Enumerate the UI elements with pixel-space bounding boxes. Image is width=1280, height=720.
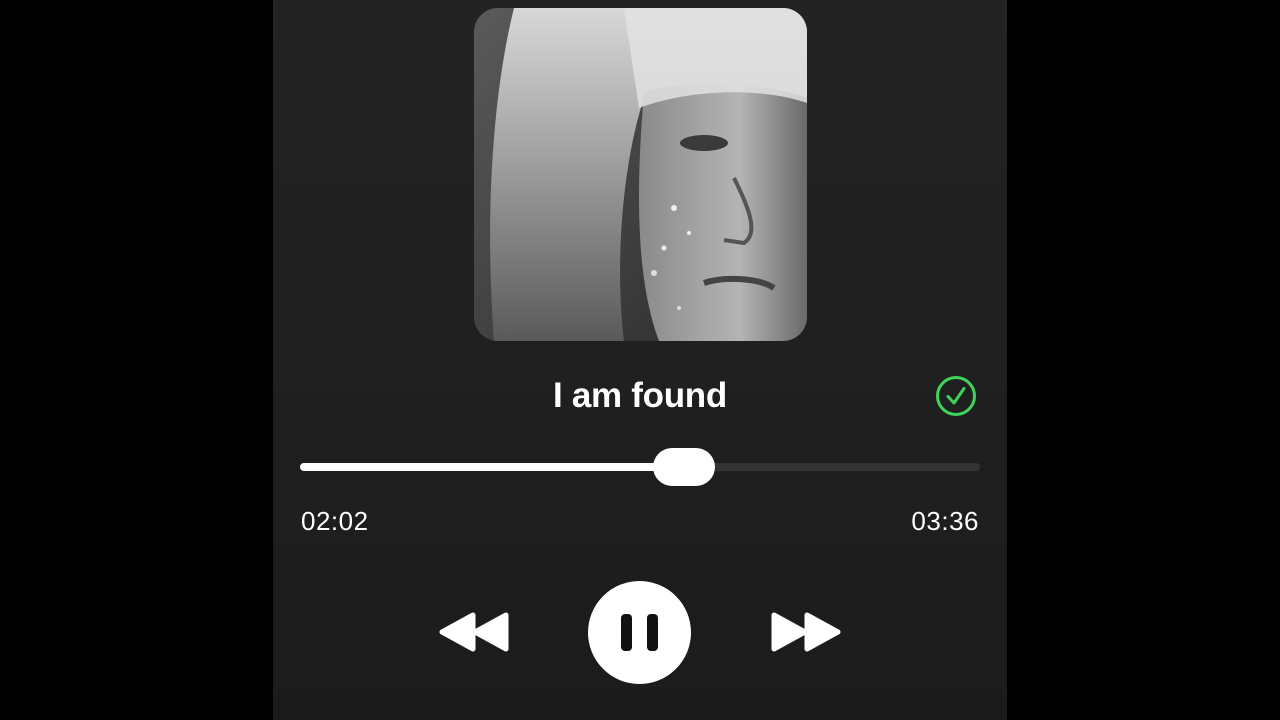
track-title: I am found xyxy=(553,376,727,415)
total-time: 03:36 xyxy=(911,506,979,536)
now-playing-panel: I am found 02:02 03:36 xyxy=(273,0,1007,720)
album-art xyxy=(474,8,807,341)
check-circle-icon xyxy=(936,376,976,416)
pause-button[interactable] xyxy=(588,581,691,684)
progress-thumb[interactable] xyxy=(653,448,715,486)
progress-fill xyxy=(300,463,684,471)
rewind-button[interactable] xyxy=(438,611,512,653)
fast-forward-icon xyxy=(771,612,841,652)
album-art-image xyxy=(474,8,807,341)
rewind-icon xyxy=(439,612,509,652)
pause-icon xyxy=(621,614,658,651)
elapsed-time: 02:02 xyxy=(301,506,369,536)
progress-slider[interactable] xyxy=(300,447,980,487)
fast-forward-button[interactable] xyxy=(768,611,842,653)
screen: I am found 02:02 03:36 xyxy=(0,0,1280,720)
saved-toggle[interactable] xyxy=(935,375,977,417)
